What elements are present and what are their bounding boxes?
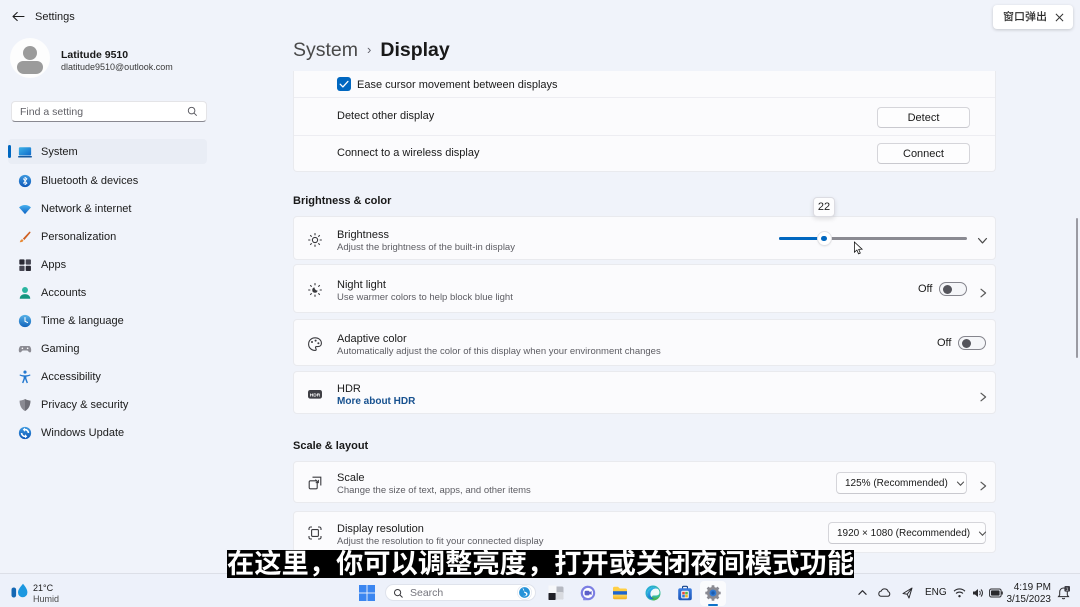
svg-text:1: 1 xyxy=(1066,586,1069,591)
svg-text:HDR: HDR xyxy=(310,393,321,399)
